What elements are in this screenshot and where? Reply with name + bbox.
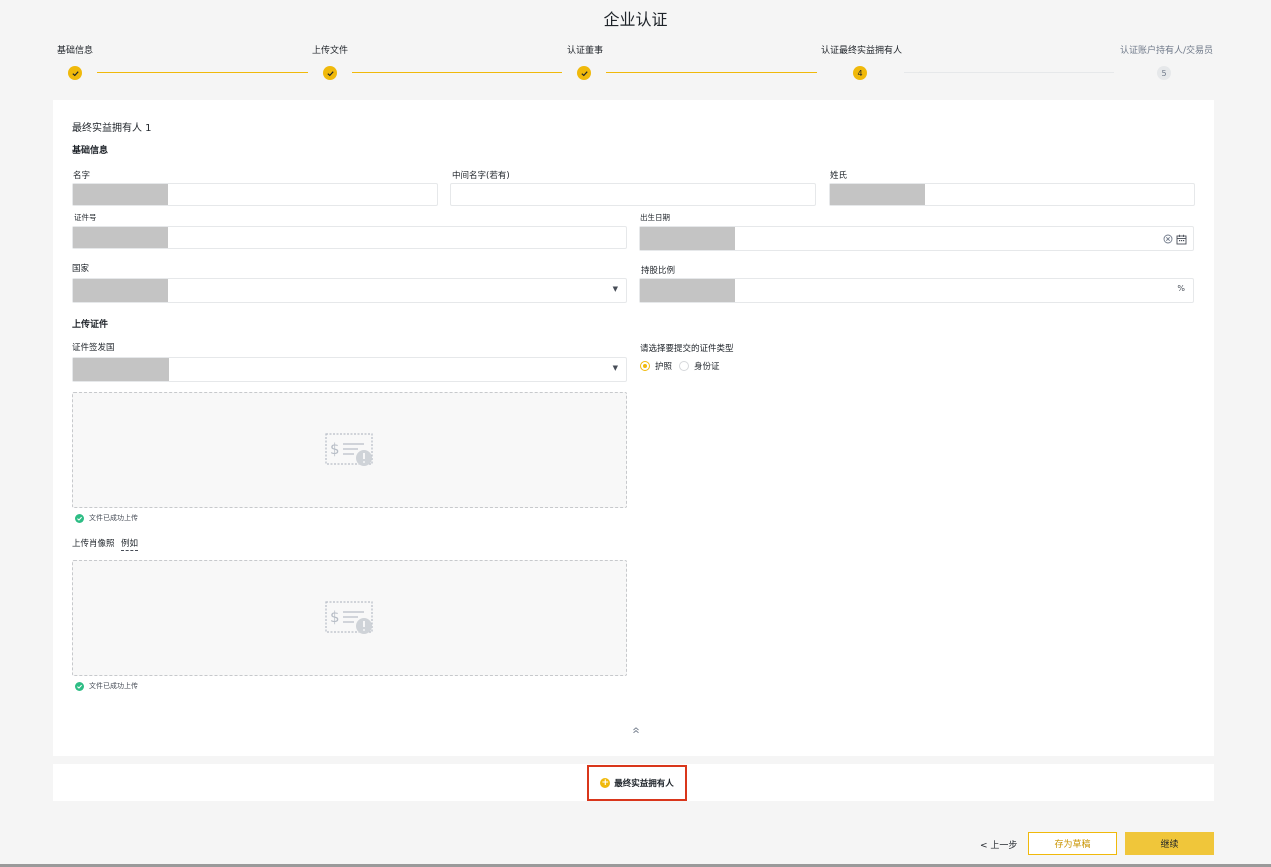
radio-checked-icon[interactable] [640,361,650,371]
redacted-value [73,184,168,205]
step-label-2: 上传文件 [312,46,349,56]
portrait-label: 上传肖像照 [72,539,115,549]
document-dropzone[interactable]: $ [72,392,627,508]
check-circle-icon [75,513,84,523]
last-name-label: 姓氏 [830,171,848,181]
doc-type-passport-label: 护照 [655,362,673,372]
step-4-number: 4 [853,66,867,80]
plus-circle-icon: + [600,777,611,788]
redacted-value [640,279,735,302]
portrait-example-link[interactable]: 例如 [121,537,139,551]
country-select[interactable]: ▼ [72,278,627,303]
continue-button[interactable]: 继续 [1125,832,1214,855]
document-warning-icon: $ [324,601,373,634]
add-owner-button[interactable]: + 最终实益拥有人 [587,765,687,801]
issuing-country-select[interactable]: ▼ [72,357,627,382]
calendar-icon[interactable] [1176,234,1187,245]
page-title: 企业认证 [603,10,668,29]
share-input[interactable]: % [639,278,1194,303]
step-2-check-icon [323,66,337,80]
share-label: 持股比例 [641,266,676,276]
owner-title: 最终实益拥有人 1 [72,123,152,134]
caret-down-icon: ▼ [612,364,618,372]
clear-icon[interactable] [1163,234,1173,244]
step-label-1: 基础信息 [57,46,94,56]
check-circle-icon [75,681,84,691]
step-connector-3 [606,72,817,73]
redacted-value [830,184,925,205]
first-name-label: 名字 [73,171,91,181]
redacted-value [73,227,168,248]
issuing-country-label: 证件签发国 [72,343,115,353]
step-connector-4 [904,72,1114,73]
last-name-input[interactable] [829,183,1195,206]
step-connector-1 [97,72,308,73]
step-connector-2 [352,72,562,73]
redacted-value [73,279,168,302]
portrait-dropzone[interactable]: $ [72,560,627,676]
previous-step-button[interactable]: < 上一步 [980,838,1017,851]
owner-form-card: 最终实益拥有人 1 基础信息 名字 中间名字(若有) 姓氏 证件号 出生日期 国… [53,100,1214,756]
portrait-status: 文件已成功上传 [75,681,138,691]
save-draft-button[interactable]: 存为草稿 [1028,832,1117,855]
radio-unchecked-icon[interactable] [679,361,689,371]
svg-text:$: $ [330,440,340,458]
svg-text:$: $ [330,608,340,626]
step-5-number: 5 [1157,66,1171,80]
doc-type-label: 请选择要提交的证件类型 [640,344,734,354]
upload-status: 文件已成功上传 [75,513,138,523]
step-1-check-icon [68,66,82,80]
add-owner-label: 最终实益拥有人 [614,779,674,789]
step-3-check-icon [577,66,591,80]
step-label-4: 认证最终实益拥有人 [821,46,903,56]
dob-input[interactable] [639,226,1194,251]
first-name-input[interactable] [72,183,438,206]
doc-type-passport[interactable]: 护照 [640,360,672,372]
percent-suffix: % [1177,284,1185,293]
middle-name-label: 中间名字(若有) [452,171,510,181]
section-upload-title: 上传证件 [72,320,109,330]
id-number-input[interactable] [72,226,627,249]
section-basic-title: 基础信息 [72,146,109,156]
id-number-label: 证件号 [74,213,97,222]
add-owner-card: + 最终实益拥有人 [53,764,1214,801]
step-label-5: 认证账户持有人/交易员 [1120,46,1214,56]
redacted-value [640,227,735,250]
caret-down-icon: ▼ [612,285,618,293]
dob-label: 出生日期 [640,213,670,222]
redacted-value [73,358,169,381]
country-label: 国家 [72,264,90,274]
upload-status-text: 文件已成功上传 [89,514,138,522]
portrait-status-text: 文件已成功上传 [89,682,138,690]
doc-type-idcard[interactable]: 身份证 [679,360,720,372]
middle-name-input[interactable] [450,183,816,206]
step-label-3: 认证董事 [567,46,604,56]
doc-type-idcard-label: 身份证 [694,362,720,372]
document-warning-icon: $ [324,433,373,466]
progress-stepper: 基础信息 上传文件 认证董事 认证最终实益拥有人 认证账户持有人/交易员 4 5 [0,40,1271,90]
collapse-chevron-icon[interactable] [632,726,640,734]
